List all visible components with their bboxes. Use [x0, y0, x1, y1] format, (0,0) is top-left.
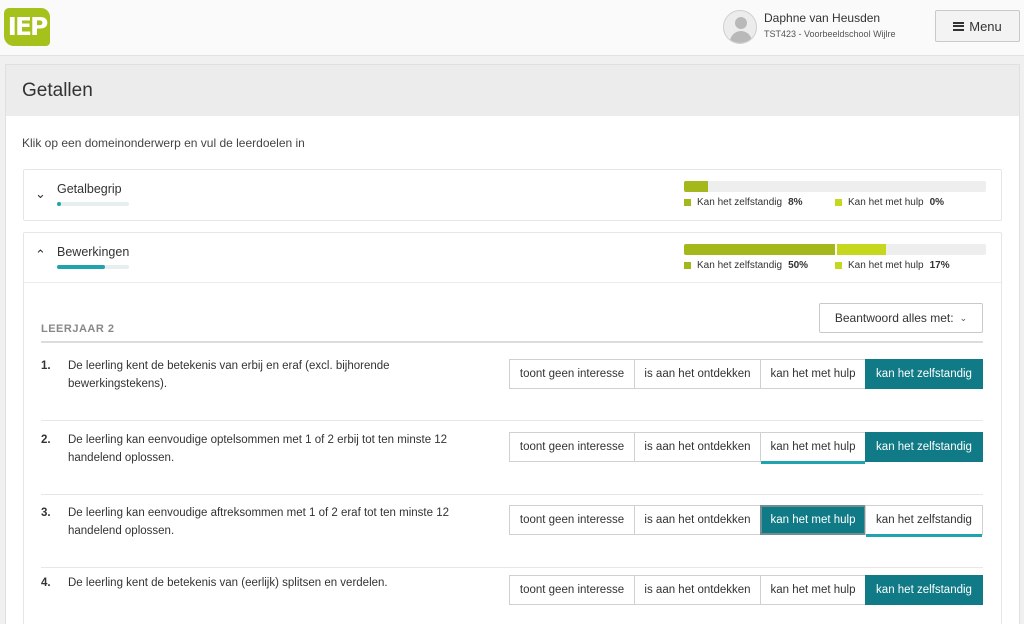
option-is-aan-het-ontdekken[interactable]: is aan het ontdekken	[634, 575, 761, 605]
instruction-text: Klik op een domeinonderwerp en vul de le…	[22, 136, 305, 150]
progress-bar	[684, 244, 986, 255]
option-toont-geen-interesse[interactable]: toont geen interesse	[509, 432, 635, 462]
legend-zelfstandig: Kan het zelfstandig 50%	[684, 260, 808, 271]
beantwoord-alles-dropdown[interactable]: Beantwoord alles met: ⌄	[819, 303, 983, 333]
progress-zelfstandig	[684, 244, 835, 255]
goal-number: 1.	[41, 360, 51, 372]
menu-button[interactable]: Menu	[935, 10, 1020, 42]
option-is-aan-het-ontdekken[interactable]: is aan het ontdekken	[634, 505, 761, 535]
legend-hulp: Kan het met hulp 17%	[835, 260, 950, 271]
divider	[41, 341, 983, 343]
option-kan-het-zelfstandig[interactable]: kan het zelfstandig	[865, 575, 983, 605]
user-avatar-icon[interactable]	[723, 10, 757, 44]
answer-options: toont geen interesse is aan het ontdekke…	[509, 505, 983, 537]
answer-options: toont geen interesse is aan het ontdekke…	[509, 432, 983, 464]
legend-square-icon	[835, 262, 842, 269]
user-name: Daphne van Heusden	[764, 11, 881, 25]
goal-row: 4. De leerling kent de betekenis van (ee…	[41, 568, 983, 624]
goal-number: 2.	[41, 434, 51, 446]
option-is-aan-het-ontdekken[interactable]: is aan het ontdekken	[634, 432, 761, 462]
domain-getalbegrip: ⌄ Getalbegrip Kan het zelfstandig 8% Kan…	[23, 169, 1002, 221]
legend-square-icon	[684, 199, 691, 206]
progress-zelfstandig	[684, 181, 709, 192]
option-kan-het-met-hulp[interactable]: kan het met hulp	[760, 505, 866, 535]
main-panel: Getallen Klik op een domeinonderwerp en …	[5, 64, 1020, 624]
chevron-up-icon: ⌃	[35, 247, 46, 262]
chevron-down-icon: ⌄	[959, 312, 968, 323]
option-kan-het-zelfstandig[interactable]: kan het zelfstandig	[865, 359, 983, 389]
goal-number: 3.	[41, 507, 51, 519]
option-is-aan-het-ontdekken[interactable]: is aan het ontdekken	[634, 359, 761, 389]
option-toont-geen-interesse[interactable]: toont geen interesse	[509, 575, 635, 605]
domain-bewerkingen: ⌃ Bewerkingen Kan het zelfstandig 50% Ka…	[23, 232, 1002, 624]
option-kan-het-zelfstandig[interactable]: kan het zelfstandig	[865, 432, 983, 462]
legend-square-icon	[684, 262, 691, 269]
hamburger-icon	[953, 21, 965, 31]
progress-hulp	[835, 244, 887, 255]
answer-options: toont geen interesse is aan het ontdekke…	[509, 575, 983, 605]
domain-title: Getalbegrip	[57, 182, 122, 196]
iep-logo[interactable]: IEP	[4, 8, 50, 46]
goal-text: De leerling kent de betekenis van (eerli…	[68, 577, 388, 589]
option-kan-het-met-hulp[interactable]: kan het met hulp	[760, 359, 866, 389]
chevron-down-icon: ⌄	[35, 186, 46, 201]
goal-text: De leerling kan eenvoudige aftreksommen …	[68, 507, 449, 537]
domain-header-getalbegrip[interactable]: ⌄ Getalbegrip Kan het zelfstandig 8% Kan…	[24, 170, 1001, 220]
domain-title: Bewerkingen	[57, 245, 130, 259]
goal-text: De leerling kan eenvoudige optelsommen m…	[68, 434, 448, 464]
answer-options: toont geen interesse is aan het ontdekke…	[509, 359, 983, 389]
goal-row: 1. De leerling kent de betekenis van erb…	[41, 349, 983, 422]
domain-header-bewerkingen[interactable]: ⌃ Bewerkingen Kan het zelfstandig 50% Ka…	[24, 233, 1001, 283]
user-school: TST423 - Voorbeeldschool Wijlre	[764, 29, 896, 39]
domain-mini-progress	[57, 265, 129, 269]
option-kan-het-zelfstandig[interactable]: kan het zelfstandig	[865, 505, 983, 537]
leerjaar-heading: LEERJAAR 2	[41, 323, 115, 335]
option-toont-geen-interesse[interactable]: toont geen interesse	[509, 505, 635, 535]
legend-hulp: Kan het met hulp 0%	[835, 197, 944, 208]
domain-mini-progress	[57, 202, 129, 206]
progress-bar	[684, 181, 986, 192]
option-kan-het-met-hulp[interactable]: kan het met hulp	[760, 432, 866, 464]
page-title: Getallen	[6, 65, 1019, 116]
goal-text: De leerling kent de betekenis van erbij …	[68, 360, 390, 390]
option-kan-het-met-hulp[interactable]: kan het met hulp	[760, 575, 866, 605]
menu-label: Menu	[969, 18, 1002, 34]
legend-square-icon	[835, 199, 842, 206]
goal-row: 3. De leerling kan eenvoudige aftreksomm…	[41, 495, 983, 568]
legend-zelfstandig: Kan het zelfstandig 8%	[684, 197, 803, 208]
top-bar: IEP Daphne van Heusden TST423 - Voorbeel…	[0, 0, 1024, 56]
goal-row: 2. De leerling kan eenvoudige optelsomme…	[41, 422, 983, 495]
goal-number: 4.	[41, 577, 51, 589]
option-toont-geen-interesse[interactable]: toont geen interesse	[509, 359, 635, 389]
row-divider	[41, 420, 983, 421]
